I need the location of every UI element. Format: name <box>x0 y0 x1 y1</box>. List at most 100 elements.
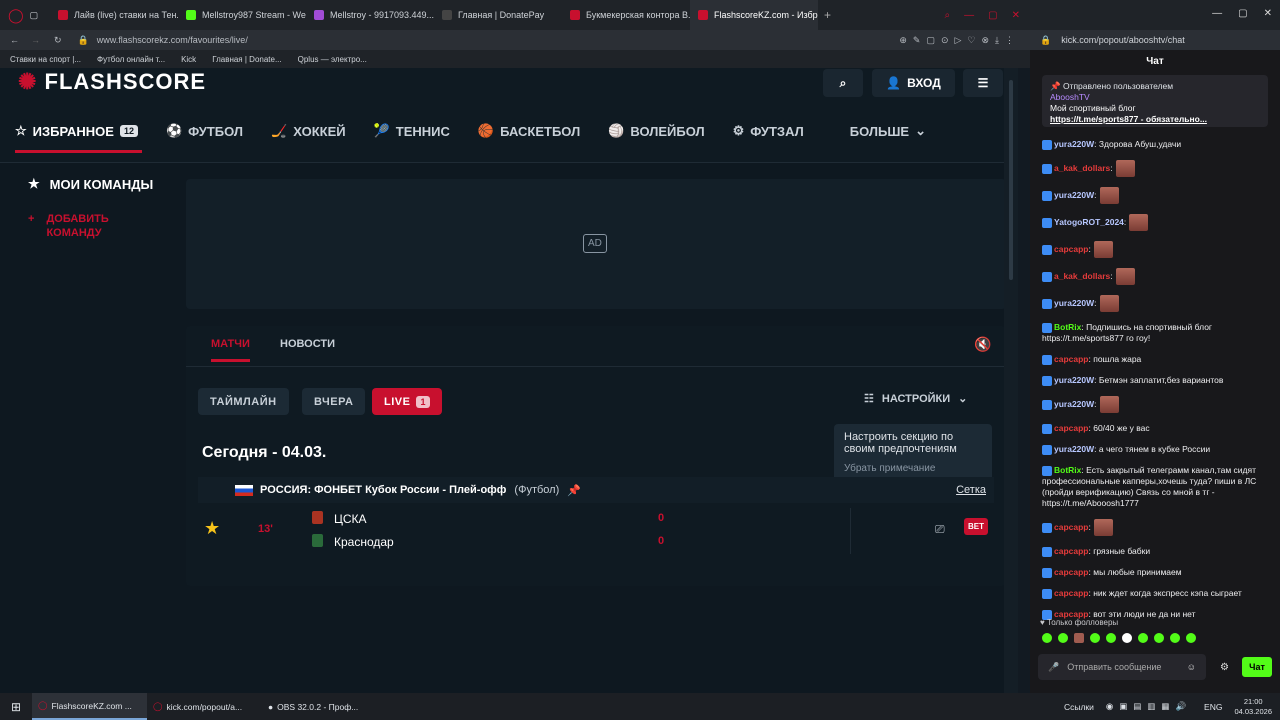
gear-icon[interactable]: ⚙ <box>1220 662 1229 673</box>
chat-username[interactable]: BotRix <box>1054 465 1081 475</box>
chat-username[interactable]: a_kak_dollars <box>1054 271 1110 281</box>
emote-icon[interactable] <box>1154 633 1164 643</box>
settings-button[interactable]: ☷ НАСТРОЙКИ ⌄ <box>864 392 967 406</box>
close-window-icon[interactable]: ✕ <box>1012 10 1020 21</box>
chat-url-field[interactable]: kick.com/popout/abooshtv/chat <box>1061 35 1185 45</box>
nav-favorites[interactable]: ☆ ИЗБРАННОЕ 12 <box>15 123 142 153</box>
mic-icon[interactable]: 🎤 <box>1048 662 1059 673</box>
nav-hockey[interactable]: 🏒 ХОККЕЙ <box>271 123 346 139</box>
bookmark-item[interactable]: Ставки на спорт |... <box>10 55 81 64</box>
chat-username[interactable]: yura220W <box>1054 190 1094 200</box>
bracket-link[interactable]: Сетка <box>956 484 986 496</box>
nav-basketball[interactable]: 🏀 БАСКЕТБОЛ <box>478 123 580 139</box>
emote-icon[interactable] <box>1106 633 1116 643</box>
forward-icon[interactable]: → <box>25 35 46 45</box>
bookmark-item[interactable]: Футбол онлайн т... <box>97 55 165 64</box>
login-button[interactable]: 👤 ВХОД <box>872 69 955 97</box>
browser-tab[interactable]: Лайв (live) ставки на Тен... <box>50 0 178 30</box>
chat-username[interactable]: yura220W <box>1054 298 1094 308</box>
emote-icon[interactable] <box>1138 633 1148 643</box>
url-field[interactable]: www.flashscorekz.com/favourites/live/ <box>97 35 248 45</box>
minimize-icon[interactable]: — <box>964 10 974 21</box>
send-chat-button[interactable]: Чат <box>1242 657 1272 677</box>
browser-tab[interactable]: Букмекерская контора В... <box>562 0 690 30</box>
chat-username[interactable]: yura220W <box>1054 375 1094 385</box>
browser-tab[interactable]: Mellstroy987 Stream - We... <box>178 0 306 30</box>
chat-username[interactable]: yura220W <box>1054 444 1094 454</box>
chat-username[interactable]: capcapp <box>1054 546 1089 556</box>
chat-username[interactable]: BotRix <box>1054 322 1081 332</box>
scrollbar[interactable] <box>1004 68 1018 693</box>
nav-tennis[interactable]: 🎾 ТЕННИС <box>374 123 450 139</box>
chat-username[interactable]: yura220W <box>1054 139 1094 149</box>
new-tab-icon[interactable]: + <box>818 8 831 22</box>
chat-username[interactable]: YatogoROT_2024 <box>1054 217 1124 227</box>
chat-username[interactable]: capcapp <box>1054 244 1089 254</box>
clock[interactable]: 21:00 04.03.2026 <box>1234 697 1272 717</box>
league-name[interactable]: РОССИЯ: ФОНБЕТ Кубок России - Плей-офф <box>260 484 506 496</box>
tv-icon[interactable]: ⎚ <box>935 522 945 537</box>
taskbar-item[interactable]: ◯ FlashscoreKZ.com ... <box>32 693 147 720</box>
emote-icon[interactable] <box>1090 633 1100 643</box>
emote-icon[interactable] <box>1058 633 1068 643</box>
taskbar-item[interactable]: ◯ kick.com/popout/a... <box>147 693 262 720</box>
ad-banner[interactable]: AD <box>186 179 1006 309</box>
chat-username[interactable]: capcapp <box>1054 588 1089 598</box>
nav-volleyball[interactable]: 🏐 ВОЛЕЙБОЛ <box>608 123 704 139</box>
emote-icon[interactable] <box>1186 633 1196 643</box>
site-logo[interactable]: ✺ FLASHSCORE <box>18 69 206 95</box>
emote-bar[interactable] <box>1042 633 1198 643</box>
browser-toolbar-icons[interactable]: ⊕✎▢⊙▷♡⊗⤓⋮ <box>899 35 1030 46</box>
tooltip-dismiss-link[interactable]: Убрать примечание <box>844 463 982 474</box>
windows-start-icon[interactable]: ⊞ <box>0 700 32 714</box>
chat-username[interactable]: capcapp <box>1054 354 1089 364</box>
bet-button[interactable]: BET <box>964 518 988 535</box>
chat-username[interactable]: capcapp <box>1054 567 1089 577</box>
chat-input[interactable]: 🎤 Отправить сообщение ☺ <box>1038 654 1206 680</box>
pinned-message[interactable]: 📌 Отправлено пользователем AbooshTV Мой … <box>1042 75 1268 127</box>
emote-icon[interactable] <box>1122 633 1132 643</box>
reload-icon[interactable]: ↻ <box>46 35 70 46</box>
filter-timeline[interactable]: ТАЙМЛАЙН <box>198 388 289 415</box>
match-row[interactable]: ★ 13' ЦСКА Краснодар 0 0 ⎚ BET <box>198 506 994 556</box>
filter-live[interactable]: LIVE 1 <box>372 388 442 415</box>
favorite-star-icon[interactable]: ★ <box>204 518 220 539</box>
search-icon[interactable]: ⌕ <box>945 10 951 21</box>
chat-username[interactable]: yura220W <box>1054 399 1094 409</box>
bookmark-item[interactable]: Главная | Donate... <box>212 55 281 64</box>
tab-news[interactable]: НОВОСТИ <box>280 338 335 350</box>
browser-tab[interactable]: Главная | DonatePay <box>434 0 562 30</box>
tray-icons[interactable]: ◉▣▤▥▦🔊 <box>1106 701 1192 712</box>
taskbar-item[interactable]: ● OBS 32.0.2 - Проф... <box>262 693 377 720</box>
tab-matches[interactable]: МАТЧИ <box>211 338 250 362</box>
close-window-icon[interactable]: ✕ <box>1264 8 1272 19</box>
pin-link[interactable]: https://t.me/sports877 - обязательно... <box>1050 114 1260 125</box>
bookmark-item[interactable]: Kick <box>181 55 196 64</box>
chat-username[interactable]: a_kak_dollars <box>1054 163 1110 173</box>
nav-more[interactable]: БОЛЬШЕ ⌄ <box>850 123 926 139</box>
search-button[interactable]: ⌕ <box>823 69 863 97</box>
minimize-icon[interactable]: — <box>1212 8 1222 19</box>
emote-icon[interactable] <box>1042 633 1052 643</box>
bookmark-item[interactable]: Qplus — электро... <box>298 55 367 64</box>
nav-futsal[interactable]: ⚙ ФУТЗАЛ <box>733 123 804 139</box>
browser-menu-icon[interactable]: ◯ ▢ <box>0 0 50 30</box>
pin-icon[interactable]: 📌 <box>567 484 581 497</box>
scrollbar-thumb[interactable] <box>1009 80 1013 280</box>
maximize-icon[interactable]: ▢ <box>988 10 997 21</box>
menu-button[interactable]: ☰ <box>963 69 1003 97</box>
tray-links[interactable]: Ссылки <box>1064 702 1094 712</box>
chat-username[interactable]: capcapp <box>1054 522 1089 532</box>
nav-football[interactable]: ⚽ ФУТБОЛ <box>166 123 243 139</box>
add-team-button[interactable]: + ДОБАВИТЬ КОМАНДУ <box>28 212 138 240</box>
emote-icon[interactable] <box>1074 633 1084 643</box>
language-indicator[interactable]: ENG <box>1204 702 1222 712</box>
maximize-icon[interactable]: ▢ <box>1238 8 1247 19</box>
filter-yesterday[interactable]: ВЧЕРА <box>302 388 366 415</box>
back-icon[interactable]: ← <box>0 35 25 45</box>
browser-tab[interactable]: Mellstroy - 9917093.449... <box>306 0 434 30</box>
emote-icon[interactable] <box>1170 633 1180 643</box>
chat-username[interactable]: capcapp <box>1054 423 1089 433</box>
mute-icon[interactable]: 🔇 <box>974 336 991 353</box>
emoji-icon[interactable]: ☺ <box>1187 662 1196 672</box>
